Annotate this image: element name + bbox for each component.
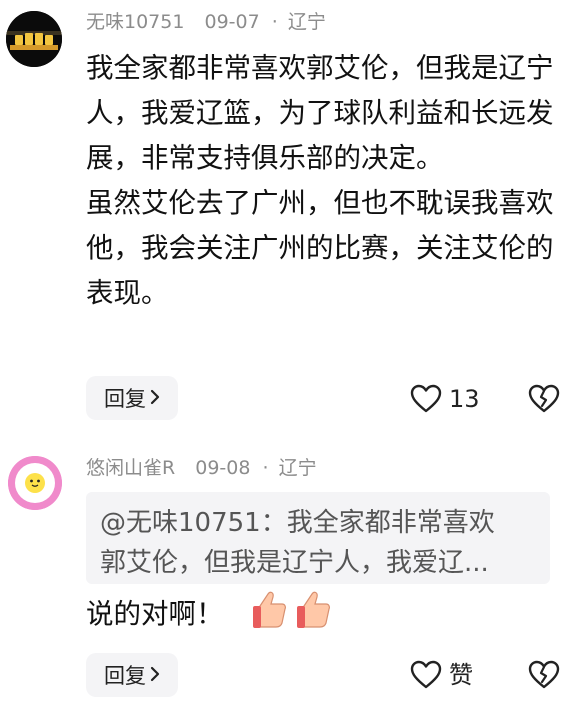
comment-body: 说的对啊！ [86,598,224,630]
reply-label: 回复 [104,664,146,688]
location-dot: · [271,11,278,33]
reply-label: 回复 [104,387,146,411]
reply-button[interactable]: 回复 [86,653,178,697]
broken-heart-icon[interactable] [528,384,560,418]
location-dot: · [262,457,269,479]
comment-paragraph: 虽然艾伦去了广州，但也不耽误我喜欢他，我会关注广州的比赛，关注艾伦的表现。 [86,187,554,309]
avatar[interactable] [8,456,62,510]
like-label: 赞 [449,661,473,689]
thumbs-up-emoji [294,590,332,634]
comment-paragraph: 我全家都非常喜欢郭艾伦，但我是辽宁人，我爱辽篮，为了球队利益和长远发展，非常支持… [86,52,554,174]
like-count: 13 [449,385,480,413]
quote-line: @无味10751：我全家都非常喜欢 [100,508,495,538]
quote-line: 郭艾伦，但我是辽宁人，我爱辽... [100,548,489,578]
thumbs-up-emoji [250,590,288,634]
heart-icon[interactable] [410,660,442,694]
comment-location: 辽宁 [287,11,326,33]
broken-heart-icon[interactable] [528,660,560,694]
quoted-comment[interactable]: @无味10751：我全家都非常喜欢 郭艾伦，但我是辽宁人，我爱辽... [86,492,550,584]
comment-meta: 悠闲山雀R 09-08 · 辽宁 [86,456,317,480]
avatar[interactable] [6,11,62,67]
chevron-right-icon [150,386,160,410]
comment-date: 09-07 [204,11,260,33]
username[interactable]: 悠闲山雀R [86,457,175,479]
chevron-right-icon [150,663,160,687]
username[interactable]: 无味10751 [86,11,184,33]
comment-meta: 无味10751 09-07 · 辽宁 [86,10,326,34]
reply-button[interactable]: 回复 [86,376,178,420]
comment-body: 我全家都非常喜欢郭艾伦，但我是辽宁人，我爱辽篮，为了球队利益和长远发展，非常支持… [86,46,574,316]
comment-location: 辽宁 [278,457,317,479]
heart-icon[interactable] [410,384,442,418]
comment-date: 09-08 [195,457,251,479]
